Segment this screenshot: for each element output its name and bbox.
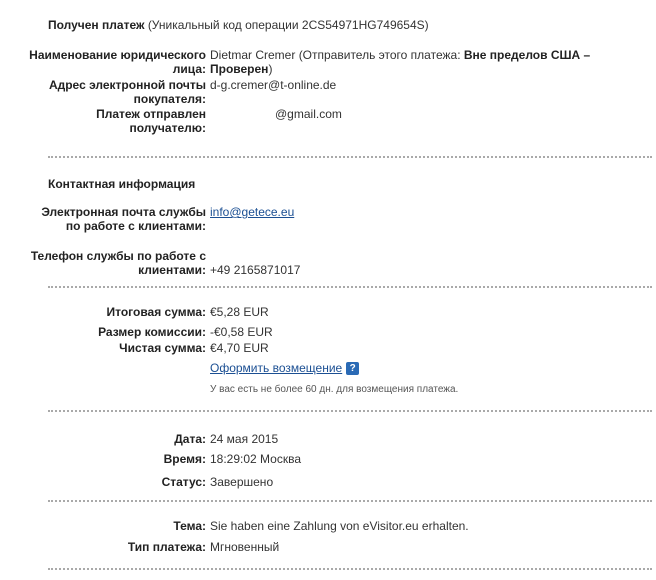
name-value: Dietmar Cremer (Отправитель этого платеж… [210,48,610,76]
fee-label: Размер комиссии: [98,325,206,339]
divider [48,156,652,158]
support-phone-label: Телефон службы по работе с клиентами: [30,249,206,277]
divider [48,568,652,570]
net-value: €4,70 EUR [210,341,269,355]
divider [48,410,652,412]
refund-note: У вас есть не более 60 дн. для возмещени… [210,384,459,395]
name-label: Наименование юридического лица: [29,48,206,76]
support-email-value[interactable]: info@getece.eu [210,205,294,219]
support-email-label: Электронная почта службы по работе с кли… [41,205,206,233]
status-value: Завершено [210,475,274,489]
help-icon[interactable]: ? [346,362,360,376]
contact-title: Контактная информация [48,177,196,191]
payment-type-value: Мгновенный [210,540,280,554]
refund-row: Оформить возмещение? [210,361,360,376]
refund-link[interactable]: Оформить возмещение [210,361,342,375]
divider [48,500,652,502]
subject-value: Sie haben eine Zahlung von eVisitor.eu e… [210,519,469,533]
buyer-email-label: Адрес электронной почты покупателя: [48,78,206,106]
sent-to-value: @gmail.com [275,107,342,121]
total-value: €5,28 EUR [210,305,269,319]
total-label: Итоговая сумма: [106,305,206,319]
payment-title: Получен платеж [48,18,145,32]
time-value: 18:29:02 Москва [210,452,302,466]
date-value: 24 мая 2015 [210,432,279,446]
status-label: Статус: [161,475,206,489]
support-email-link[interactable]: info@getece.eu [210,205,294,219]
subject-label: Тема: [173,519,206,533]
sent-to-label: Платеж отправлен получателю: [96,107,206,135]
payment-header: Получен платеж (Уникальный код операции … [48,18,429,32]
buyer-email-value: d-g.cremer@t-online.de [210,78,337,92]
divider [48,286,652,288]
sender-note-pre: (Отправитель этого платежа: [298,48,464,62]
transaction-code: (Уникальный код операции 2CS54971HG74965… [147,18,429,32]
sender-note-post: ) [268,62,273,76]
support-phone-value: +49 2165871017 [210,263,301,277]
sender-name: Dietmar Cremer [210,48,296,62]
net-label: Чистая сумма: [119,341,206,355]
payment-type-label: Тип платежа: [127,540,206,554]
date-label: Дата: [174,432,206,446]
time-label: Время: [163,452,206,466]
fee-value: -€0,58 EUR [210,325,273,339]
